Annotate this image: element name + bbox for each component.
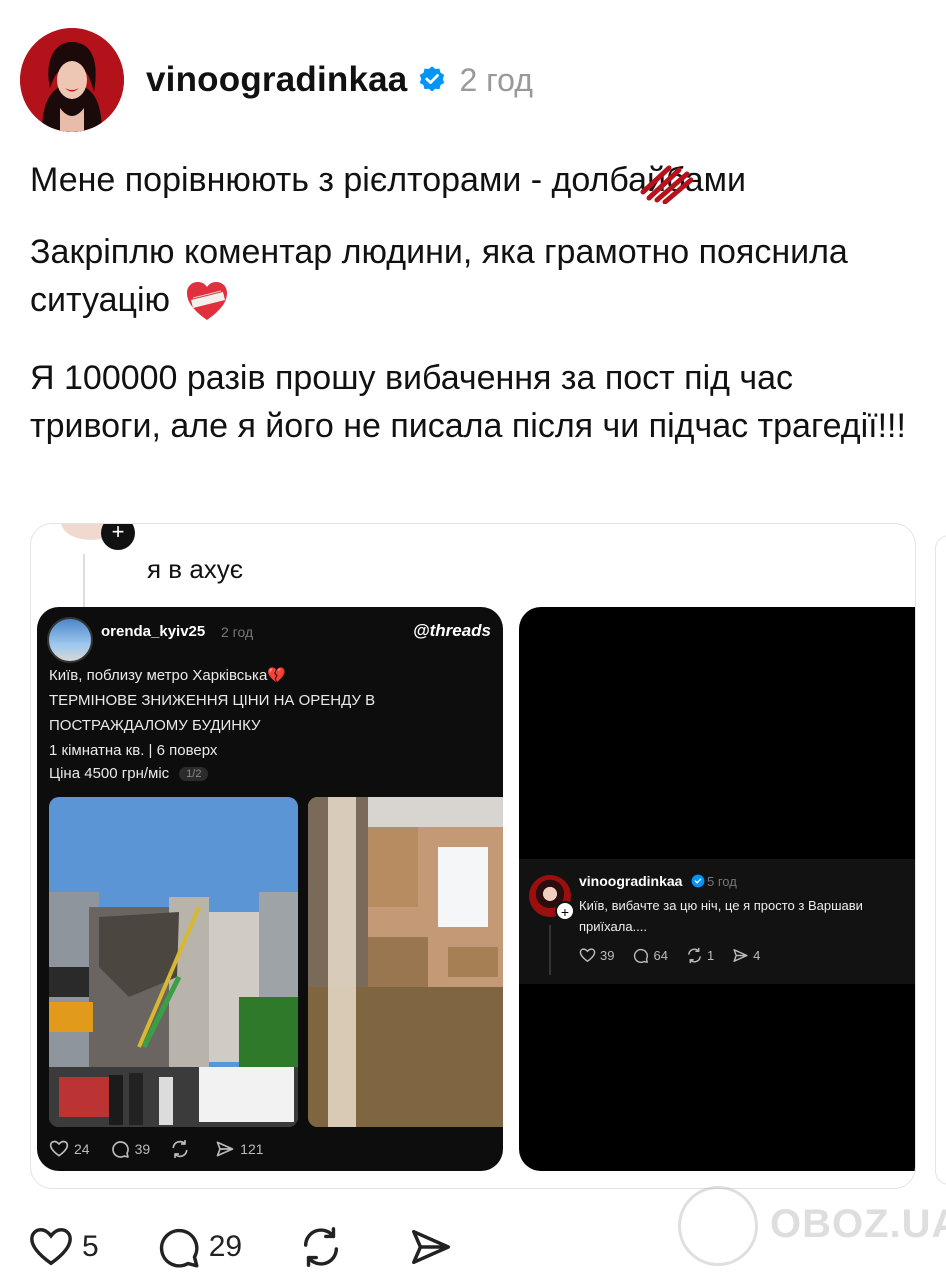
apology-comment: 64 xyxy=(632,947,668,964)
post-text-line1: Мене порівнюють з рієлторами - долбайбам… xyxy=(30,156,746,204)
follow-plus-icon: + xyxy=(555,901,575,921)
next-image-peek[interactable] xyxy=(935,535,946,1185)
apology-actions: 39 64 1 4 xyxy=(579,947,778,964)
comment-icon xyxy=(634,948,649,963)
listing-repost xyxy=(170,1139,195,1159)
verified-icon xyxy=(691,874,705,888)
listing-post-screenshot: orenda_kyiv25 2 год @threads Київ, побли… xyxy=(37,607,503,1171)
post-actions: 5 29 xyxy=(28,1222,518,1272)
post-time: 2 год xyxy=(459,61,533,98)
listing-avatar xyxy=(47,617,93,663)
listing-like: 24 xyxy=(49,1139,90,1159)
reply-text: я в ахує xyxy=(147,554,244,584)
share-icon xyxy=(216,1141,234,1157)
like-count: 5 xyxy=(82,1230,99,1263)
post-text-paragraph2: Закріплю коментар людини, яка грамотно п… xyxy=(30,228,910,324)
censored-letter: й xyxy=(640,156,693,204)
apology-username: vinoogradinkaa xyxy=(579,873,683,889)
watermark-text: OBOZ.UA xyxy=(770,1202,946,1246)
share-button[interactable] xyxy=(408,1224,462,1270)
apology-time: 5 год xyxy=(707,874,737,889)
listing-share: 121 xyxy=(215,1139,264,1159)
apology-post-screenshot: + vinoogradinkaa 5 год Київ, вибачте за … xyxy=(519,607,915,1171)
heart-icon xyxy=(30,1228,72,1266)
kitchen-photo xyxy=(308,797,503,1127)
repost-icon xyxy=(304,1227,339,1267)
thread-line xyxy=(549,925,551,975)
apology-share: 4 xyxy=(732,947,760,964)
apology-text: Київ, вибачте за цю ніч, це я просто з В… xyxy=(579,898,863,934)
watermark: OBOZ.UA xyxy=(678,1184,946,1268)
apology-repost: 1 xyxy=(686,947,714,964)
globe-icon xyxy=(678,1186,758,1266)
verified-icon xyxy=(420,66,445,92)
heart-icon xyxy=(49,1140,69,1157)
apology-like: 39 xyxy=(579,947,614,964)
repost-icon xyxy=(172,1139,188,1159)
thread-line xyxy=(83,554,85,610)
apology-post: + vinoogradinkaa 5 год Київ, вибачте за … xyxy=(519,859,915,984)
comment-button[interactable]: 29 xyxy=(155,1224,242,1270)
follow-plus-icon: + xyxy=(101,524,135,550)
comment-icon xyxy=(159,1228,199,1268)
share-icon xyxy=(733,949,748,962)
heart-icon xyxy=(579,948,596,963)
comment-icon xyxy=(111,1141,129,1158)
page-indicator: 1/2 xyxy=(179,767,209,782)
mending-heart-icon xyxy=(187,282,228,321)
embedded-image[interactable]: + я в ахує orenda_kyiv25 2 год @threads … xyxy=(30,523,916,1189)
listing-comment: 39 xyxy=(110,1139,150,1159)
listing-actions: 24 39 121 xyxy=(49,1139,284,1159)
text-before: Мене порівнюють з рієлторами - долба xyxy=(30,161,647,199)
listing-price: Ціна 4500 грн/міс 1/2 xyxy=(49,765,209,782)
like-button[interactable]: 5 xyxy=(28,1224,99,1270)
listing-username: orenda_kyiv25 xyxy=(101,623,206,640)
post-text-paragraph3: Я 100000 разів прошу вибачення за пост п… xyxy=(30,359,906,445)
listing-time: 2 год xyxy=(221,624,254,640)
repost-button[interactable] xyxy=(298,1224,352,1270)
avatar[interactable] xyxy=(20,28,124,132)
post-header: vinoogradinkaa 2 год xyxy=(20,28,533,132)
threads-logo: @threads xyxy=(413,621,491,640)
listing-text: Київ, поблизу метро Харківська💔 ТЕРМІНОВ… xyxy=(49,667,376,759)
comment-count: 29 xyxy=(208,1230,243,1263)
repost-icon xyxy=(688,947,701,964)
damaged-building-photo xyxy=(49,797,298,1127)
username[interactable]: vinoogradinkaa xyxy=(146,60,407,100)
share-icon xyxy=(412,1229,451,1265)
